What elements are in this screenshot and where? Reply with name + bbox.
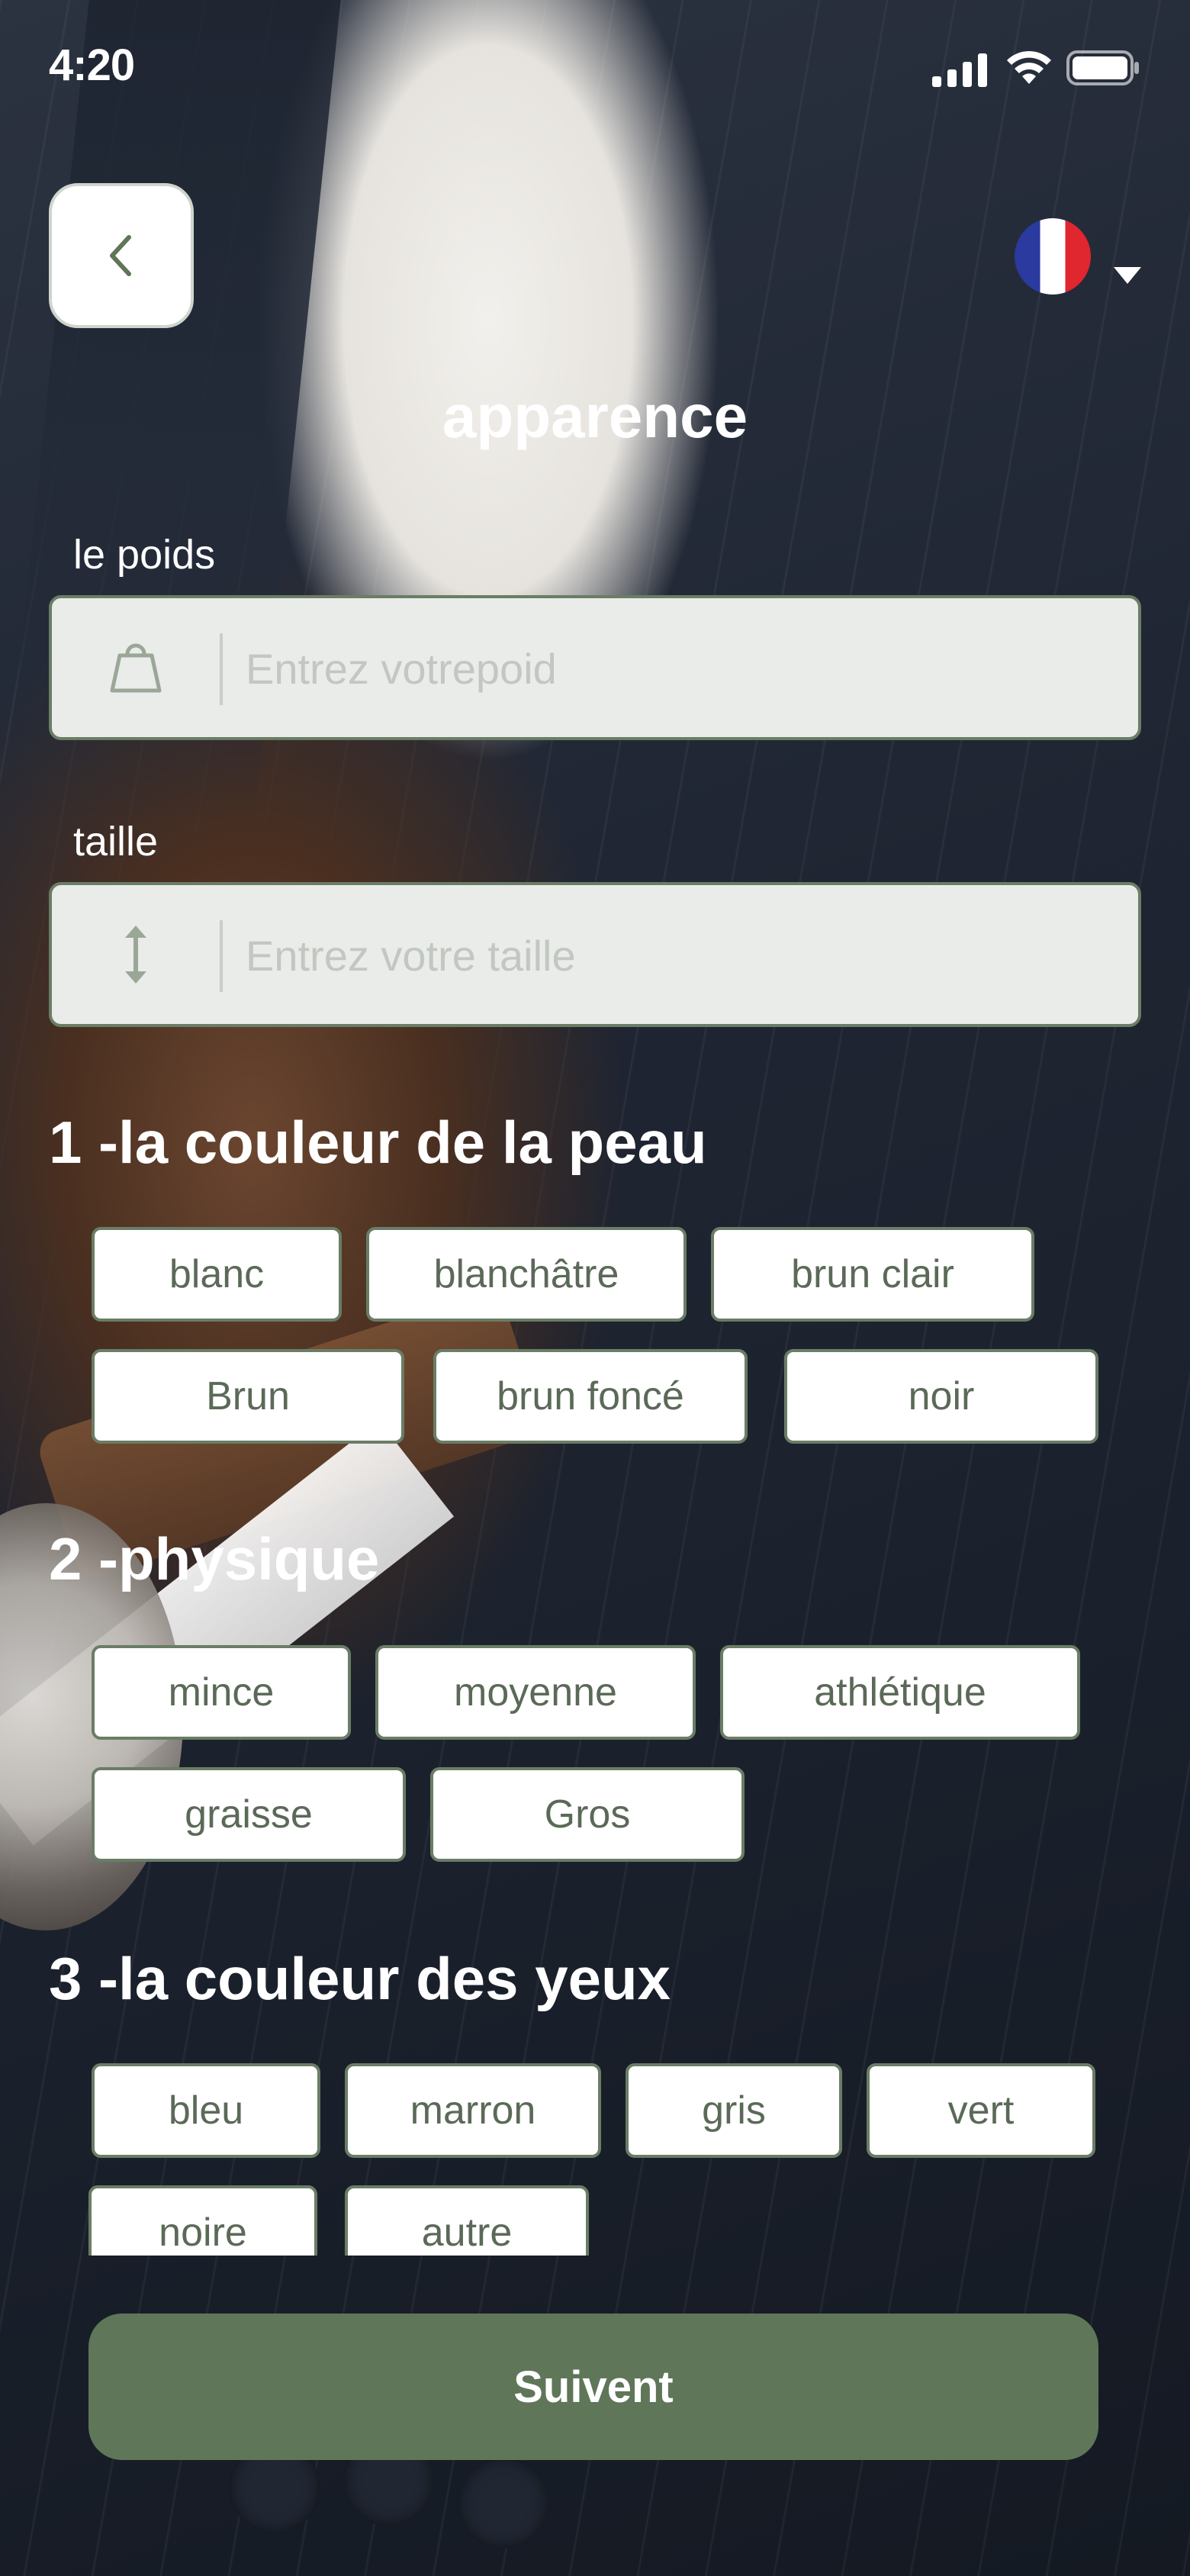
weight-label: le poids	[73, 532, 216, 578]
status-bar: 4:20	[0, 0, 1190, 137]
eye-option-chip[interactable]: bleu	[92, 2063, 320, 2158]
eye-option-chip[interactable]: gris	[626, 2063, 842, 2158]
section-title-eyes: 3 -la couleur des yeux	[49, 1945, 671, 2012]
eye-option-chip[interactable]: autre	[345, 2185, 589, 2256]
caret-down-icon	[1114, 267, 1141, 284]
language-selector[interactable]	[1015, 218, 1141, 295]
eye-option-chip[interactable]: vert	[867, 2063, 1095, 2158]
weight-input[interactable]	[244, 598, 1124, 739]
skin-option-chip[interactable]: brun clair	[711, 1227, 1034, 1322]
skin-option-chip[interactable]: noir	[784, 1349, 1098, 1444]
skin-option-chip[interactable]: blanc	[92, 1227, 342, 1322]
back-button[interactable]	[49, 183, 194, 328]
physique-option-chip[interactable]: Gros	[430, 1767, 745, 1862]
section-title-physique: 2 -physique	[49, 1525, 380, 1592]
france-flag-icon	[1015, 218, 1091, 295]
eye-options-scroll-area[interactable]: bleu marron gris vert noire autre	[0, 2030, 1190, 2256]
wifi-icon	[1007, 50, 1051, 84]
weight-icon	[52, 598, 220, 737]
field-divider	[220, 633, 223, 705]
height-label: taille	[73, 819, 159, 865]
section-title-skin: 1 -la couleur de la peau	[49, 1109, 707, 1176]
physique-option-chip[interactable]: athlétique	[720, 1645, 1080, 1740]
height-field[interactable]	[49, 882, 1141, 1027]
weight-field[interactable]	[49, 595, 1141, 740]
physique-option-chip[interactable]: moyenne	[375, 1645, 696, 1740]
eye-option-chip[interactable]: noire	[88, 2185, 317, 2256]
field-divider	[220, 920, 223, 992]
skin-option-chip[interactable]: blanchâtre	[366, 1227, 687, 1322]
physique-option-chip[interactable]: graisse	[92, 1767, 406, 1862]
battery-icon	[1066, 50, 1139, 85]
height-input[interactable]	[244, 885, 1124, 1026]
appearance-screen: 4:20 apparence le poids Entrez votrepoid…	[0, 0, 1190, 2576]
page-title: apparence	[442, 382, 748, 450]
eye-option-chip[interactable]: marron	[345, 2063, 601, 2158]
skin-option-chip[interactable]: Brun	[92, 1349, 404, 1444]
chevron-left-icon	[110, 235, 131, 276]
skin-option-chip[interactable]: brun foncé	[433, 1349, 748, 1444]
vertical-arrows-icon	[52, 885, 220, 1024]
next-button[interactable]: Suivent	[88, 2314, 1098, 2460]
cellular-signal-icon	[932, 53, 987, 87]
status-time: 4:20	[49, 40, 135, 90]
physique-option-chip[interactable]: mince	[92, 1645, 351, 1740]
